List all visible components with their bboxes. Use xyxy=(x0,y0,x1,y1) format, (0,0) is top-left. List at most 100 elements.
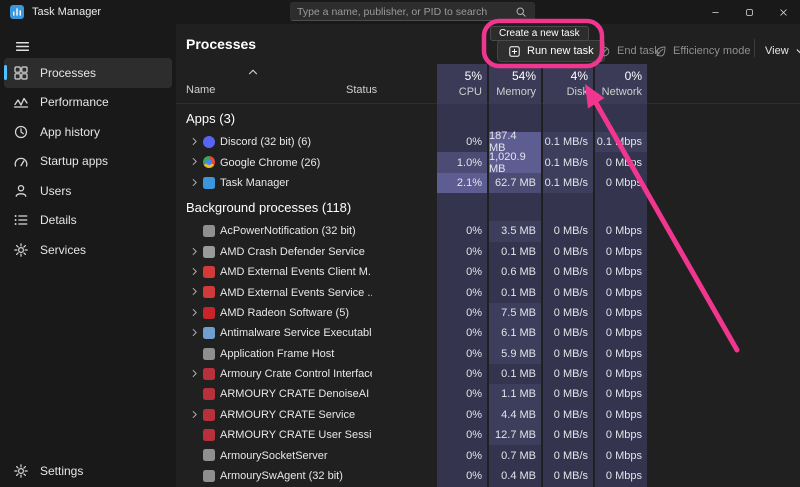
sidebar-item-users[interactable]: Users xyxy=(4,176,172,206)
process-row[interactable]: ARMOURY CRATE Service0%4.4 MB0 MB/s0 Mbp… xyxy=(176,405,800,425)
process-row[interactable]: ArmourySwAgent (32 bit)0%0.4 MB0 MB/s0 M… xyxy=(176,466,800,486)
sidebar-item-startup-apps[interactable]: Startup apps xyxy=(4,147,172,177)
sidebar: ProcessesPerformanceApp historyStartup a… xyxy=(0,24,176,487)
memory-cell: 0.7 MB xyxy=(489,445,541,465)
column-status[interactable]: Status xyxy=(346,84,377,96)
sidebar-item-details[interactable]: Details xyxy=(4,206,172,236)
sidebar-item-services[interactable]: Services xyxy=(4,235,172,265)
disk-cell: 0 MB/s xyxy=(543,221,593,241)
selection-accent xyxy=(4,65,7,80)
expand-chevron-icon[interactable] xyxy=(189,266,200,277)
process-row[interactable]: AMD External Events Service ...0%0.1 MB0… xyxy=(176,282,800,302)
cpu-cell: 0% xyxy=(437,262,487,282)
column-disk[interactable]: 4%Disk xyxy=(543,64,593,104)
end-task-button[interactable]: End task xyxy=(598,43,660,59)
process-row[interactable]: Application Frame Host0%5.9 MB0 MB/s0 Mb… xyxy=(176,344,800,364)
run-new-task-button[interactable]: Run new task xyxy=(497,40,605,62)
close-button[interactable] xyxy=(766,0,800,24)
sidebar-item-processes[interactable]: Processes xyxy=(4,58,172,88)
memory-cell: 0.1 MB xyxy=(489,364,541,384)
column-network[interactable]: 0%Network xyxy=(595,64,647,104)
memory-cell: 4.4 MB xyxy=(489,405,541,425)
expand-chevron-icon[interactable] xyxy=(189,307,200,318)
efficiency-mode-button[interactable]: Efficiency mode xyxy=(654,43,750,59)
discord-icon xyxy=(203,136,215,148)
disk-cell: 0 MB/s xyxy=(543,384,593,404)
app-icon xyxy=(203,388,215,400)
scroll-up-icon[interactable] xyxy=(246,65,262,81)
minimize-button[interactable] xyxy=(698,0,732,24)
users-icon xyxy=(13,183,29,199)
process-row[interactable]: Antimalware Service Executable0%6.1 MB0 … xyxy=(176,323,800,343)
expand-chevron-icon[interactable] xyxy=(189,327,200,338)
app-logo-icon xyxy=(10,5,24,19)
memory-cell: 6.1 MB xyxy=(489,323,541,343)
network-cell: 0 Mbps xyxy=(595,323,647,343)
expand-chevron-icon[interactable] xyxy=(189,246,200,257)
column-memory[interactable]: 54%Memory xyxy=(489,64,541,104)
column-name[interactable]: Name xyxy=(186,84,215,96)
sidebar-item-settings[interactable]: Settings xyxy=(0,455,176,487)
chrome-icon xyxy=(203,156,215,168)
disk-cell: 0 MB/s xyxy=(543,242,593,262)
view-button[interactable]: View xyxy=(765,43,800,59)
expand-chevron-icon[interactable] xyxy=(189,368,200,379)
process-name: Google Chrome (26) xyxy=(220,152,372,172)
memory-cell: 0.6 MB xyxy=(489,262,541,282)
network-cell: 0 Mbps xyxy=(595,466,647,486)
app-icon xyxy=(203,368,215,380)
expand-chevron-icon[interactable] xyxy=(189,286,200,297)
process-row[interactable]: AcPowerNotification (32 bit)0%3.5 MB0 MB… xyxy=(176,221,800,241)
expand-chevron-icon[interactable] xyxy=(189,409,200,420)
sidebar-item-performance[interactable]: Performance xyxy=(4,88,172,118)
process-row[interactable]: AMD External Events Client M... 0%0.6 MB 0… xyxy=(176,262,800,282)
process-row[interactable]: Google Chrome (26)1.0%1,020.9 MB0.1 MB/s… xyxy=(176,152,800,172)
process-row[interactable]: AMD Radeon Software (5)0%7.5 MB0 MB/s0 M… xyxy=(176,303,800,323)
network-cell: 0 Mbps xyxy=(595,445,647,465)
sidebar-nav: ProcessesPerformanceApp historyStartup a… xyxy=(0,56,176,265)
process-row[interactable]: ARMOURY CRATE User Sessio...0%12.7 MB0 M… xyxy=(176,425,800,445)
cpu-cell: 0% xyxy=(437,466,487,486)
cpu-cell: 0% xyxy=(437,242,487,262)
sidebar-item-label: Details xyxy=(40,213,77,227)
column-header-row: Name Status 5%CPU54%Memory4%Disk0%Networ… xyxy=(176,64,800,104)
search-box[interactable] xyxy=(290,2,535,21)
expand-chevron-icon[interactable] xyxy=(189,156,200,167)
run-new-task-label: Run new task xyxy=(527,45,594,57)
chevron-down-icon xyxy=(794,45,800,58)
process-row[interactable]: AMD Crash Defender Service0%0.1 MB0 MB/s… xyxy=(176,242,800,262)
sidebar-item-app-history[interactable]: App history xyxy=(4,117,172,147)
network-cell: 0 Mbps xyxy=(595,173,647,193)
network-cell: 0 Mbps xyxy=(595,364,647,384)
end-task-icon xyxy=(598,45,611,58)
process-row[interactable]: ArmourySocketServer0%0.7 MB0 MB/s0 Mbps xyxy=(176,445,800,465)
process-row[interactable]: Armoury Crate Control Interface0%0.1 MB0… xyxy=(176,364,800,384)
search-input[interactable] xyxy=(291,6,515,18)
process-row[interactable]: Task Manager2.1%62.7 MB0.1 MB/s0 Mbps xyxy=(176,173,800,193)
process-row[interactable]: ARMOURY CRATE DenoiseAI0%1.1 MB0 MB/s0 M… xyxy=(176,384,800,404)
memory-cell: 12.7 MB xyxy=(489,425,541,445)
process-name: ARMOURY CRATE Service xyxy=(220,405,372,425)
cpu-cell: 0% xyxy=(437,221,487,241)
network-cell: 0 Mbps xyxy=(595,344,647,364)
view-label: View xyxy=(765,45,789,57)
process-name: Task Manager xyxy=(220,173,372,193)
expand-chevron-icon[interactable] xyxy=(189,136,200,147)
app-icon xyxy=(203,327,215,339)
network-usage-percent: 0% xyxy=(625,69,642,83)
group-header: Background processes (118) xyxy=(176,193,800,221)
cpu-cell: 0% xyxy=(437,344,487,364)
process-row[interactable]: Discord (32 bit) (6)0%187.4 MB0.1 MB/s0.… xyxy=(176,132,800,152)
hamburger-menu-icon[interactable] xyxy=(14,38,32,56)
maximize-button[interactable] xyxy=(732,0,766,24)
process-name: AMD External Events Client M... xyxy=(220,262,372,282)
titlebar: Task Manager xyxy=(0,0,800,24)
process-name: AMD Crash Defender Service xyxy=(220,242,372,262)
network-cell: 0 Mbps xyxy=(595,262,647,282)
expand-chevron-icon[interactable] xyxy=(189,177,200,188)
sidebar-item-label: Services xyxy=(40,243,86,257)
cpu-cell: 1.0% xyxy=(437,152,487,172)
column-cpu[interactable]: 5%CPU xyxy=(437,64,487,104)
chrome-center-dot xyxy=(206,159,212,165)
disk-cell: 0 MB/s xyxy=(543,282,593,302)
